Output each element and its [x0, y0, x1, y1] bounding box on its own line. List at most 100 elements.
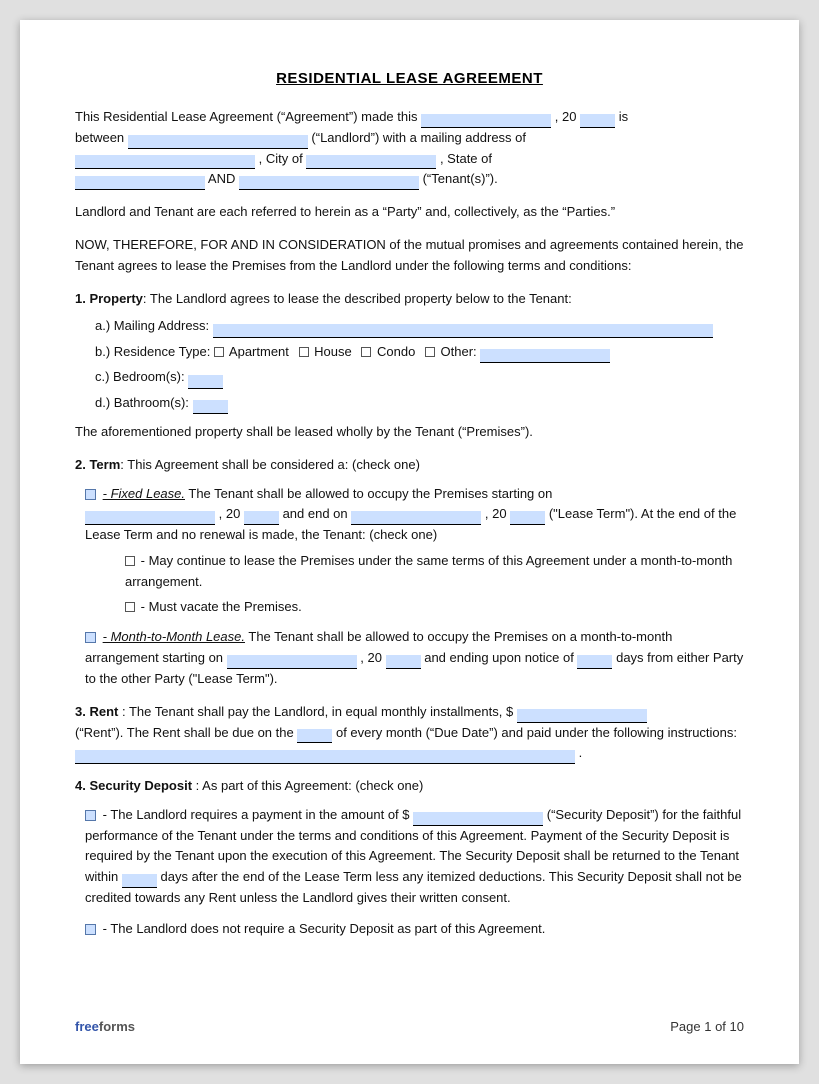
fixed-lease-label: - Fixed Lease. [103, 486, 185, 501]
section1-intro: : The Landlord agrees to lease the descr… [143, 291, 572, 306]
intro-section: This Residential Lease Agreement (“Agree… [75, 107, 744, 190]
free-text: free [75, 1019, 99, 1034]
sub-option2: - Must vacate the Premises. [125, 597, 744, 618]
section3-period: . [579, 745, 583, 760]
city-field[interactable] [306, 155, 436, 169]
fixed-year1-pre: , 20 [219, 506, 241, 521]
section3-text2-pre: (“Rent”). The Rent shall be due on the [75, 725, 294, 740]
intro-city-label: , City of [259, 151, 303, 166]
security-option2-text: - The Landlord does not require a Securi… [103, 921, 546, 936]
notice-days-field[interactable] [577, 655, 612, 669]
year-field[interactable] [580, 114, 615, 128]
property-b-label: b.) Residence Type: [95, 344, 210, 359]
fixed-lease-block: - Fixed Lease. The Tenant shall be allow… [85, 484, 744, 618]
security-required-checkbox[interactable] [85, 810, 96, 821]
forms-text: forms [99, 1019, 135, 1034]
month-text3: and ending upon notice of [424, 650, 577, 665]
section2-intro: : This Agreement shall be considered a: … [120, 457, 420, 472]
date-field[interactable] [421, 114, 551, 128]
intro-state-label: , State of [440, 151, 492, 166]
premises-closing: The aforementioned property shall be lea… [75, 422, 744, 443]
month-lease-label: - Month-to-Month Lease. [103, 629, 245, 644]
property-c: c.) Bedroom(s): [95, 365, 744, 388]
document-title: RESIDENTIAL LEASE AGREEMENT [75, 70, 744, 87]
intro-landlord-label: (“Landlord”) with a mailing address of [311, 130, 526, 145]
may-continue-text: - May continue to lease the Premises und… [125, 553, 732, 589]
intro-between: between [75, 130, 124, 145]
mailing-address-field[interactable] [75, 155, 255, 169]
now-therefore-section: NOW, THEREFORE, FOR AND IN CONSIDERATION… [75, 235, 744, 277]
fixed-start-year-field[interactable] [244, 511, 279, 525]
intro-line1-pre: This Residential Lease Agreement (“Agree… [75, 109, 418, 124]
must-vacate-text: - Must vacate the Premises. [141, 599, 302, 614]
security-amount-field[interactable] [413, 812, 543, 826]
section4-heading: 4. Security Deposit [75, 778, 192, 793]
section3-text3: of every month (“Due Date”) and paid und… [336, 725, 737, 740]
mailing-address-input[interactable] [213, 324, 713, 338]
month-lease-checkbox[interactable] [85, 632, 96, 643]
intro-year-pre: , 20 [555, 109, 577, 124]
section1-heading: 1. Property [75, 291, 143, 306]
condo-label: Condo [377, 344, 415, 359]
apartment-checkbox[interactable] [214, 347, 224, 357]
month-to-month-block: - Month-to-Month Lease. The Tenant shall… [85, 627, 744, 689]
other-label: Other: [441, 344, 477, 359]
landlord-name-field[interactable] [128, 135, 308, 149]
property-list: a.) Mailing Address: b.) Residence Type:… [95, 314, 744, 414]
property-b: b.) Residence Type: Apartment House Cond… [95, 340, 744, 363]
sub-option1: - May continue to lease the Premises und… [125, 551, 744, 593]
intro-and: AND [208, 171, 239, 186]
must-vacate-checkbox[interactable] [125, 602, 135, 612]
intro-tenant-label: (“Tenant(s)”). [423, 171, 498, 186]
page-number: Page 1 of 10 [670, 1019, 744, 1034]
now-therefore-text: NOW, THEREFORE, FOR AND IN CONSIDERATION… [75, 237, 744, 273]
section3-text1: : The Tenant shall pay the Landlord, in … [122, 704, 513, 719]
property-a-label: a.) Mailing Address: [95, 318, 209, 333]
tenant-name-field[interactable] [239, 176, 419, 190]
section2-term: 2. Term: This Agreement shall be conside… [75, 455, 744, 690]
security-option1-text1: - The Landlord requires a payment in the… [103, 807, 410, 822]
month-start-field[interactable] [227, 655, 357, 669]
freeforms-logo: freeforms [75, 1019, 135, 1034]
other-checkbox[interactable] [425, 347, 435, 357]
property-c-label: c.) Bedroom(s): [95, 369, 185, 384]
parties-section: Landlord and Tenant are each referred to… [75, 202, 744, 223]
fixed-year2-pre: , 20 [485, 506, 507, 521]
property-d: d.) Bathroom(s): [95, 391, 744, 414]
fixed-start-date-field[interactable] [85, 511, 215, 525]
fixed-lease-checkbox[interactable] [85, 489, 96, 500]
fixed-lease-text1: The Tenant shall be allowed to occupy th… [188, 486, 552, 501]
apartment-label: Apartment [229, 344, 289, 359]
fixed-endon: and end on [283, 506, 352, 521]
section2-heading: 2. Term [75, 457, 120, 472]
section3-heading: 3. Rent [75, 704, 118, 719]
security-option1-days: days after the end of the Lease Term les… [85, 869, 742, 905]
month-start-year-field[interactable] [386, 655, 421, 669]
house-checkbox[interactable] [299, 347, 309, 357]
property-a: a.) Mailing Address: [95, 314, 744, 337]
fixed-end-year-field[interactable] [510, 511, 545, 525]
house-label: House [314, 344, 352, 359]
property-d-label: d.) Bathroom(s): [95, 395, 189, 410]
rent-amount-field[interactable] [517, 709, 647, 723]
section1-property: 1. Property: The Landlord agrees to leas… [75, 289, 744, 443]
bathrooms-field[interactable] [193, 400, 228, 414]
security-option2: - The Landlord does not require a Securi… [85, 919, 744, 940]
document-page: RESIDENTIAL LEASE AGREEMENT This Residen… [20, 20, 799, 1064]
condo-checkbox[interactable] [361, 347, 371, 357]
may-continue-checkbox[interactable] [125, 556, 135, 566]
security-option1: - The Landlord requires a payment in the… [85, 805, 744, 909]
intro-is: is [619, 109, 628, 124]
section4-security: 4. Security Deposit : As part of this Ag… [75, 776, 744, 940]
bedrooms-field[interactable] [188, 375, 223, 389]
parties-text: Landlord and Tenant are each referred to… [75, 204, 615, 219]
due-date-field[interactable] [297, 729, 332, 743]
state-field[interactable] [75, 176, 205, 190]
security-days-field[interactable] [122, 874, 157, 888]
section3-rent: 3. Rent : The Tenant shall pay the Landl… [75, 702, 744, 764]
payment-instructions-field[interactable] [75, 750, 575, 764]
security-not-required-checkbox[interactable] [85, 924, 96, 935]
fixed-end-date-field[interactable] [351, 511, 481, 525]
month-year-pre: , 20 [360, 650, 382, 665]
other-field[interactable] [480, 349, 610, 363]
